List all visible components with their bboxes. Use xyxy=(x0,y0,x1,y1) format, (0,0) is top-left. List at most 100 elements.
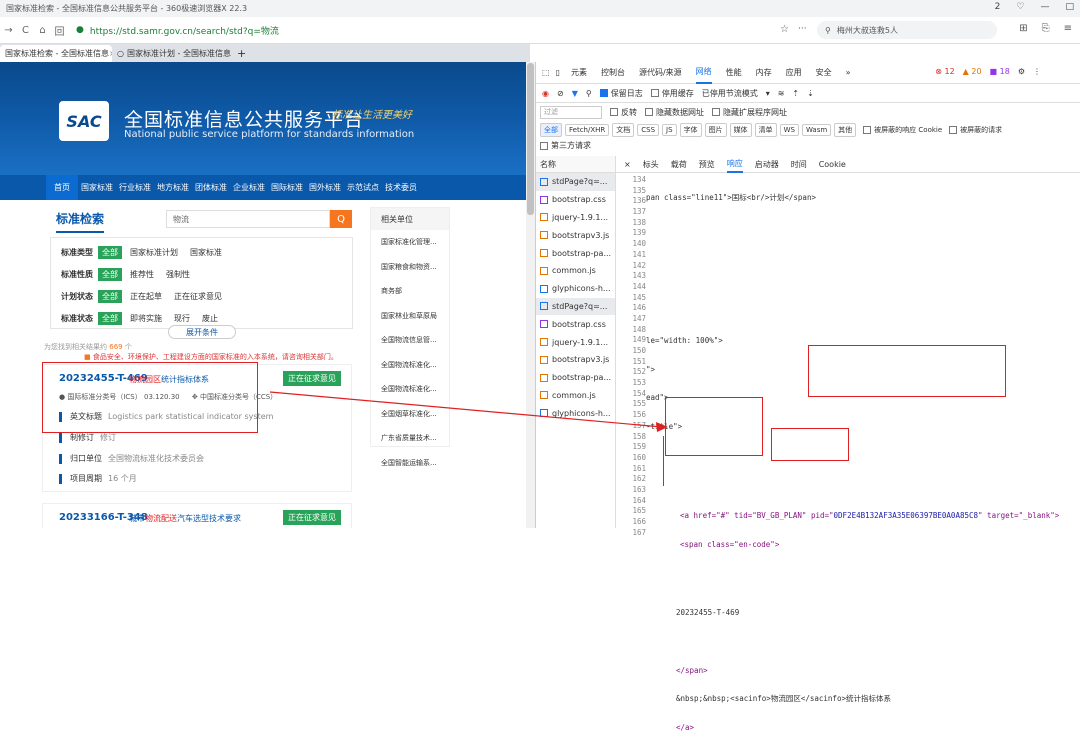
tab-count-icon[interactable]: 2 xyxy=(995,2,1001,12)
nav-item[interactable]: 国际标准 xyxy=(268,175,306,200)
related-org[interactable]: 全国烟草标准化... xyxy=(371,402,449,427)
new-tab-button[interactable]: + xyxy=(232,45,252,62)
more-tabs-icon[interactable]: » xyxy=(846,62,851,84)
request-row[interactable]: glyphicons-h... xyxy=(536,280,615,298)
request-row[interactable]: stdPage?q=... xyxy=(536,297,615,316)
nav-item[interactable]: 国外标准 xyxy=(306,175,344,200)
nav-item[interactable]: 示范试点 xyxy=(344,175,382,200)
filter-option[interactable]: 国家标准计划 xyxy=(130,247,178,258)
search-input[interactable]: ⚲ 梅州大叔连救5人 xyxy=(817,21,997,39)
favorites-icon[interactable]: ♡ xyxy=(1016,2,1024,12)
hide-extension-urls-checkbox[interactable]: 隐藏扩展程序网址 xyxy=(712,107,787,118)
type-filter[interactable]: Fetch/XHR xyxy=(565,123,610,136)
request-row[interactable]: bootstrap.css xyxy=(536,191,615,209)
devtools-tab[interactable]: 应用 xyxy=(786,62,802,84)
devtools-tab[interactable]: 元素 xyxy=(571,62,587,84)
filter-all[interactable]: 全部 xyxy=(98,290,122,303)
type-filter[interactable]: JS xyxy=(662,123,677,136)
scrollbar-thumb[interactable] xyxy=(527,63,534,215)
related-org[interactable]: 广东省质量技术... xyxy=(371,426,449,451)
menu-icon[interactable]: ≡ xyxy=(1064,23,1072,34)
request-row[interactable]: bootstrap.css xyxy=(536,315,615,333)
upload-icon[interactable]: ⇡ xyxy=(792,89,799,98)
nav-home[interactable]: 首页 xyxy=(46,175,78,200)
record-icon[interactable]: ◉ xyxy=(542,89,549,98)
filter-all[interactable]: 全部 xyxy=(98,312,122,325)
maximize-button[interactable]: □ xyxy=(1065,2,1074,12)
request-row[interactable]: jquery-1.9.1... xyxy=(536,209,615,227)
resp-tab[interactable]: 预览 xyxy=(699,159,715,170)
type-filter[interactable]: Wasm xyxy=(801,123,832,136)
filter-all[interactable]: 全部 xyxy=(98,246,122,259)
nav-item[interactable]: 地方标准 xyxy=(154,175,192,200)
std-search-input[interactable]: 物流 xyxy=(166,210,330,228)
devtools-tab[interactable]: 安全 xyxy=(816,62,832,84)
resp-tab[interactable]: 标头 xyxy=(643,159,659,170)
url-field[interactable]: ● https://std.samr.gov.cn/search/std?q=物… xyxy=(76,20,676,40)
related-org[interactable]: 商务部 xyxy=(371,279,449,304)
request-row[interactable]: bootstrap-pa... xyxy=(536,369,615,387)
devtools-tab-network[interactable]: 网络 xyxy=(695,62,712,84)
devtools-tab[interactable]: 控制台 xyxy=(601,62,625,84)
nav-item[interactable]: 行业标准 xyxy=(116,175,154,200)
type-filter[interactable]: 清单 xyxy=(754,122,777,137)
disable-cache-checkbox[interactable]: 停用缓存 xyxy=(650,88,694,99)
request-row[interactable]: bootstrap-pa... xyxy=(536,244,615,262)
result-title[interactable]: 城市物流配送汽车选型技术要求 xyxy=(129,513,241,524)
more-icon[interactable]: ··· xyxy=(798,24,807,34)
type-filter[interactable]: 全部 xyxy=(540,122,562,137)
window-controls[interactable]: 2 ♡ — □ xyxy=(995,2,1074,12)
filter-option[interactable]: 强制性 xyxy=(166,269,190,280)
type-filter[interactable]: 图片 xyxy=(704,122,727,137)
devtools-tab[interactable]: 内存 xyxy=(756,62,772,84)
filter-option[interactable]: 推荐性 xyxy=(130,269,154,280)
minimize-button[interactable]: — xyxy=(1040,2,1049,12)
nav-item[interactable]: 国家标准 xyxy=(78,175,116,200)
blocked-requests-checkbox[interactable]: 被屏蔽的请求 xyxy=(949,125,1002,135)
forward-icon[interactable]: → xyxy=(0,25,17,36)
request-row[interactable]: common.js xyxy=(536,387,615,405)
reload-icon[interactable]: C xyxy=(17,25,34,36)
request-row[interactable]: common.js xyxy=(536,262,615,280)
filter-option[interactable]: 现行 xyxy=(174,313,190,324)
hide-data-urls-checkbox[interactable]: 隐藏数据网址 xyxy=(645,107,704,118)
type-filter[interactable]: 文档 xyxy=(612,122,635,137)
resp-tab-response[interactable]: 响应 xyxy=(726,156,743,173)
devtools-tab[interactable]: 源代码/来源 xyxy=(639,62,682,84)
tab-std-search[interactable]: 国家标准检索 - 全国标准信息× xyxy=(0,45,112,62)
home-icon[interactable]: ⌂ xyxy=(34,25,51,36)
type-filter[interactable]: 字体 xyxy=(679,122,702,137)
request-row[interactable]: glyphicons-h... xyxy=(536,404,615,422)
filter-option[interactable]: 正在征求意见 xyxy=(174,291,222,302)
filter-option[interactable]: 即将实施 xyxy=(130,313,162,324)
related-org[interactable]: 全国物流标准化... xyxy=(371,353,449,378)
resp-tab[interactable]: 载荷 xyxy=(671,159,687,170)
download-icon[interactable]: ⇣ xyxy=(807,89,814,98)
screenshot-icon[interactable]: ⎘ xyxy=(1042,23,1050,34)
related-org[interactable]: 全国物流信息管... xyxy=(371,328,449,353)
search-button[interactable]: Q xyxy=(330,210,352,228)
close-panel-icon[interactable]: × xyxy=(624,160,631,169)
request-row[interactable]: bootstrapv3.js xyxy=(536,351,615,369)
apps-icon[interactable]: ⊞ xyxy=(1019,23,1027,34)
resp-tab[interactable]: 时间 xyxy=(791,159,807,170)
devtools-tab[interactable]: 性能 xyxy=(726,62,742,84)
request-row[interactable]: jquery-1.9.1... xyxy=(536,333,615,351)
request-row[interactable]: bootstrapv3.js xyxy=(536,226,615,244)
related-org[interactable]: 国家标准化管理... xyxy=(371,230,449,255)
throttle-select[interactable]: 已停用节流模式 xyxy=(702,88,758,99)
type-filter[interactable]: 其他 xyxy=(834,122,857,137)
preserve-log-checkbox[interactable]: 保留日志 xyxy=(599,88,643,99)
name-column-header[interactable]: 名称 xyxy=(536,156,615,173)
resp-tab[interactable]: Cookie xyxy=(819,160,846,169)
inspect-icon[interactable]: ⬚ xyxy=(542,68,550,77)
settings-icon[interactable]: ⚙ xyxy=(1018,67,1025,76)
tab-std-plan[interactable]: ○ 国家标准计划 - 全国标准信息× xyxy=(112,45,232,62)
type-filter[interactable]: CSS xyxy=(637,123,660,136)
clear-icon[interactable]: ⊘ xyxy=(557,89,564,98)
related-org[interactable]: 国家林业和草原局 xyxy=(371,304,449,329)
device-icon[interactable]: ▯ xyxy=(556,68,560,77)
filter-option[interactable]: 正在起草 xyxy=(130,291,162,302)
console-counts[interactable]: ⊗ 12 ▲ 20 ■ 18 ⚙ ⋮ xyxy=(935,67,1041,76)
filter-all[interactable]: 全部 xyxy=(98,268,122,281)
